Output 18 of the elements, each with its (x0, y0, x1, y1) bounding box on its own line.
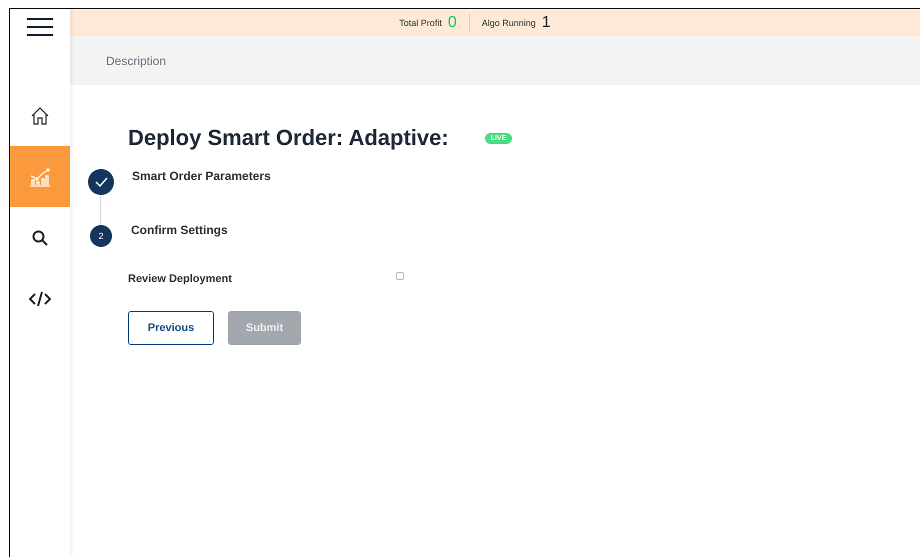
breadcrumb[interactable]: Description (106, 54, 166, 68)
stat-label: Algo Running (482, 18, 536, 28)
page-title: Deploy Smart Order: Adaptive: (128, 125, 449, 151)
check-icon (94, 177, 108, 187)
step-label: Confirm Settings (131, 223, 228, 237)
chart-icon (29, 166, 51, 186)
review-checkbox[interactable] (396, 272, 404, 280)
previous-button[interactable]: Previous (128, 311, 214, 345)
step-number: 2 (98, 231, 104, 241)
step-label: Smart Order Parameters (132, 169, 271, 183)
code-icon (29, 290, 51, 306)
stat-value: 1 (542, 14, 551, 32)
home-icon (30, 106, 50, 126)
stat-value: 0 (448, 14, 457, 32)
stat-label: Total Profit (399, 18, 442, 28)
menu-icon (26, 17, 54, 37)
search-icon (31, 228, 49, 246)
review-label: Review Deployment (128, 273, 233, 285)
